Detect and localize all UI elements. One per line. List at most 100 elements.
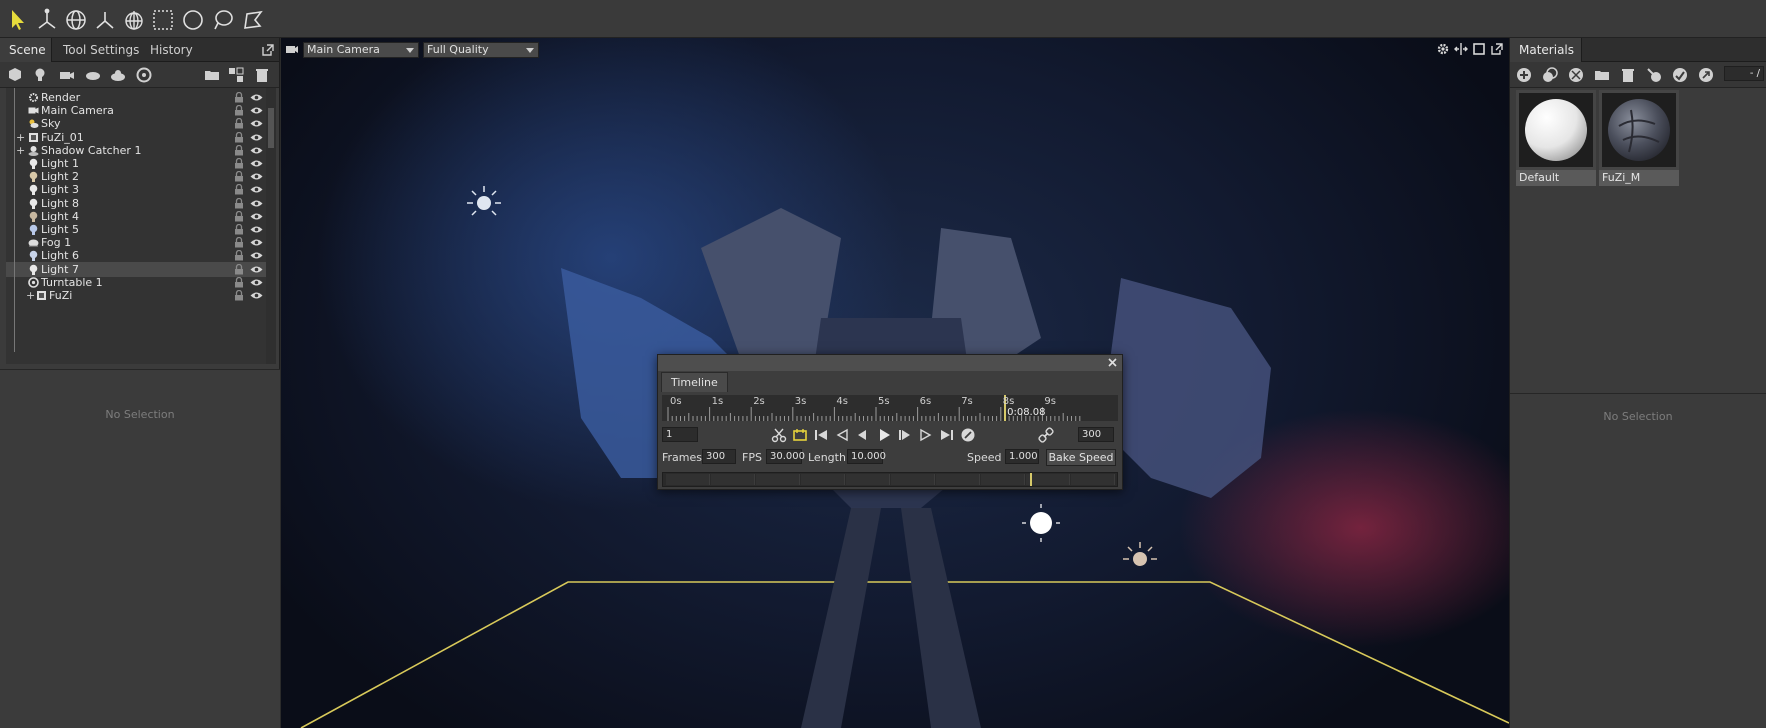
- tab-tool-settings[interactable]: Tool Settings: [54, 38, 148, 62]
- scrollbar-thumb[interactable]: [268, 108, 274, 148]
- maximize-icon[interactable]: [1472, 42, 1486, 56]
- pick-material-icon[interactable]: [1672, 67, 1688, 83]
- lock-icon[interactable]: [234, 224, 244, 235]
- checker-material-icon[interactable]: [1568, 67, 1584, 83]
- play-icon[interactable]: [876, 427, 892, 443]
- start-frame-field[interactable]: 1: [662, 427, 698, 442]
- visibility-eye-icon[interactable]: [250, 185, 263, 194]
- add-light-icon[interactable]: [32, 67, 48, 83]
- speed-field[interactable]: 1.000: [1005, 449, 1039, 464]
- timeline-scrubber[interactable]: [662, 472, 1118, 487]
- visibility-eye-icon[interactable]: [250, 159, 263, 168]
- lock-icon[interactable]: [234, 92, 244, 103]
- folder-icon[interactable]: [204, 67, 220, 83]
- visibility-eye-icon[interactable]: [250, 291, 263, 300]
- visibility-eye-icon[interactable]: [250, 146, 263, 155]
- material-page-field[interactable]: - /: [1724, 66, 1764, 81]
- lock-icon[interactable]: [234, 250, 244, 261]
- polygon-select-icon[interactable]: [240, 7, 266, 33]
- light-gizmo-1[interactable]: [467, 186, 501, 216]
- lock-icon[interactable]: [234, 197, 244, 209]
- delete-icon[interactable]: [254, 67, 270, 83]
- close-icon[interactable]: [1106, 356, 1119, 369]
- length-field[interactable]: 10.000: [847, 449, 886, 464]
- select-by-material-icon[interactable]: [1698, 67, 1714, 83]
- add-shadow-catcher-icon[interactable]: [110, 67, 126, 83]
- prev-key-icon[interactable]: [834, 427, 850, 443]
- tab-materials[interactable]: Materials: [1510, 38, 1582, 62]
- visibility-eye-icon[interactable]: [250, 212, 263, 221]
- scissors-icon[interactable]: [771, 427, 787, 443]
- lock-icon[interactable]: [234, 131, 244, 143]
- end-frame-field[interactable]: 300: [1078, 427, 1114, 442]
- duplicate-material-icon[interactable]: [1542, 67, 1558, 83]
- fps-field[interactable]: 30.000: [766, 449, 805, 464]
- lock-icon[interactable]: [234, 171, 244, 182]
- popout-icon[interactable]: [261, 43, 275, 57]
- add-mesh-icon[interactable]: [7, 67, 23, 83]
- lock-icon[interactable]: [234, 158, 244, 169]
- step-back-icon[interactable]: [854, 427, 870, 443]
- lock-icon[interactable]: [234, 105, 244, 116]
- expand-icon[interactable]: +: [26, 288, 35, 303]
- lock-icon[interactable]: [234, 290, 244, 301]
- timeline-titlebar[interactable]: [658, 355, 1122, 371]
- visibility-eye-icon[interactable]: [250, 119, 263, 128]
- globe-icon[interactable]: [63, 7, 89, 33]
- lock-icon[interactable]: [234, 263, 244, 275]
- folder-icon[interactable]: [1594, 67, 1610, 83]
- timeline-settings-icon[interactable]: [960, 427, 976, 443]
- visibility-eye-icon[interactable]: [250, 199, 263, 208]
- marquee-select-icon[interactable]: [150, 7, 176, 33]
- material-default[interactable]: Default: [1516, 90, 1596, 186]
- visibility-eye-icon[interactable]: [250, 133, 263, 142]
- tab-history[interactable]: History: [141, 38, 202, 62]
- loop-icon[interactable]: [792, 427, 808, 443]
- visibility-eye-icon[interactable]: [250, 172, 263, 181]
- delete-icon[interactable]: [1620, 67, 1636, 83]
- popout-icon[interactable]: [1490, 42, 1504, 56]
- visibility-eye-icon[interactable]: [250, 251, 263, 260]
- link-icon[interactable]: [1038, 427, 1054, 443]
- next-key-icon[interactable]: [918, 427, 934, 443]
- quality-select[interactable]: Full Quality: [423, 42, 539, 58]
- step-forward-icon[interactable]: [897, 427, 913, 443]
- split-view-icon[interactable]: [1454, 42, 1468, 56]
- visibility-eye-icon[interactable]: [250, 93, 263, 102]
- camera-select[interactable]: Main Camera: [303, 42, 419, 58]
- lasso-icon[interactable]: [210, 7, 236, 33]
- add-fog-icon[interactable]: [85, 67, 101, 83]
- lock-icon[interactable]: [234, 184, 244, 195]
- scrubber-playhead[interactable]: [1029, 473, 1032, 486]
- group-icon[interactable]: [228, 67, 244, 83]
- lock-icon[interactable]: [234, 118, 244, 129]
- scene-tree-row[interactable]: + FuZi: [6, 288, 270, 303]
- visibility-eye-icon[interactable]: [250, 225, 263, 234]
- select-arrow-icon[interactable]: [6, 7, 32, 33]
- visibility-eye-icon[interactable]: [250, 106, 263, 115]
- bake-speed-button[interactable]: Bake Speed: [1046, 449, 1116, 466]
- visibility-eye-icon[interactable]: [250, 278, 263, 287]
- skip-to-end-icon[interactable]: [939, 427, 955, 443]
- viewport[interactable]: Main Camera Full Quality Timeline 0:08.0…: [281, 38, 1509, 728]
- lasso-circle-icon[interactable]: [180, 7, 206, 33]
- lock-icon[interactable]: [234, 276, 244, 288]
- tab-scene[interactable]: Scene: [0, 38, 52, 62]
- light-gizmo-2[interactable]: [1123, 542, 1157, 566]
- assign-material-icon[interactable]: [1646, 67, 1662, 83]
- axis-icon[interactable]: [92, 7, 118, 33]
- lock-icon[interactable]: [234, 210, 244, 222]
- frames-field[interactable]: 300: [702, 449, 736, 464]
- skip-to-start-icon[interactable]: [813, 427, 829, 443]
- add-turntable-icon[interactable]: [136, 67, 152, 83]
- light-gizmo-7[interactable]: [1022, 504, 1060, 542]
- scene-tree-scrollbar[interactable]: [266, 88, 276, 364]
- lock-icon[interactable]: [234, 237, 244, 248]
- gear-icon[interactable]: [1436, 42, 1450, 56]
- add-camera-icon[interactable]: [59, 67, 75, 83]
- lock-icon[interactable]: [234, 144, 244, 156]
- add-material-icon[interactable]: [1516, 67, 1532, 83]
- sphere-cage-icon[interactable]: [121, 7, 147, 33]
- transform-gizmo-icon[interactable]: [34, 7, 60, 33]
- tab-timeline[interactable]: Timeline: [661, 372, 728, 392]
